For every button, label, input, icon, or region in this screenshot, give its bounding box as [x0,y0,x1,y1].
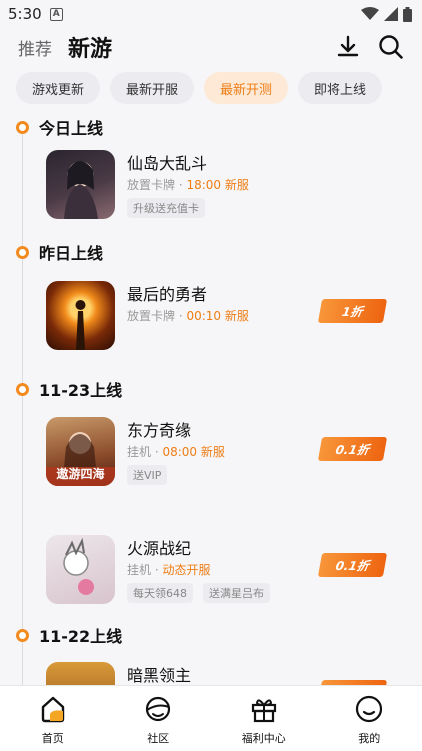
home-icon [41,696,64,723]
section-title: 今日上线 [39,119,104,138]
game-icon [46,281,115,350]
download-icon[interactable] [336,35,360,59]
game-name: 东方奇缘 [127,421,192,440]
community-icon [146,696,171,722]
game-item[interactable]: 仙岛大乱斗 放置卡牌 · 18:00 新服 升级送充值卡 [46,150,406,220]
section-header: 11-22上线 [16,623,122,647]
game-icon [46,662,115,685]
game-meta: 挂机 · 动态开服 [127,563,211,577]
section-title: 昨日上线 [39,244,104,263]
nav-label: 社区 [147,732,170,745]
game-item[interactable]: 暗黑领主 [46,662,406,685]
status-time: 5:30 [8,5,42,23]
game-item[interactable]: 遨游四海 东方奇缘 挂机 · 08:00 新服 送VIP 0.1折 [46,417,406,487]
game-item[interactable]: 最后的勇者 放置卡牌 · 00:10 新服 1折 [46,281,406,351]
game-meta: 放置卡牌 · 18:00 新服 [127,178,249,192]
bottom-nav: 首页 社区 福利中心 我的 [0,685,422,751]
nav-profile[interactable]: 我的 [317,686,422,751]
timeline-dot [16,120,29,134]
game-name: 最后的勇者 [127,285,208,304]
chip-game-update[interactable]: 游戏更新 [16,72,101,104]
game-name: 火源战纪 [127,539,192,558]
section-title: 11-22上线 [39,627,123,646]
game-tag: 送VIP [127,465,168,485]
chip-new-test[interactable]: 最新开测 [204,72,289,104]
game-tag: 升级送充值卡 [127,198,205,218]
top-nav: 推荐 新游 [0,28,422,66]
timeline-line [22,126,23,686]
game-meta: 挂机 · 08:00 新服 [127,445,225,459]
game-icon [46,150,115,219]
game-icon [46,535,115,604]
game-item[interactable]: 火源战纪 挂机 · 动态开服 每天领648 送满星吕布 0.1折 [46,535,406,605]
wifi-icon [361,7,379,20]
game-name: 暗黑领主 [127,666,192,685]
game-icon: 遨游四海 [46,417,115,486]
battery-icon [403,6,412,22]
game-meta: 放置卡牌 · 00:10 新服 [127,309,249,323]
chip-new-server[interactable]: 最新开服 [110,72,195,104]
gift-icon [251,699,276,723]
nav-home[interactable]: 首页 [0,686,106,751]
signal-icon [384,7,398,21]
notification-a-icon: A [49,7,63,21]
chip-coming-soon[interactable]: 即将上线 [298,72,383,104]
timeline-dot [16,628,29,642]
search-icon[interactable] [378,34,404,60]
discount-badge: 0.1折 [317,553,388,577]
nav-community[interactable]: 社区 [106,686,212,751]
game-icon-caption: 遨游四海 [56,467,105,481]
tab-recommend[interactable]: 推荐 [18,35,52,60]
nav-welfare[interactable]: 福利中心 [211,686,317,751]
timeline-dot [16,245,29,259]
nav-label: 首页 [41,732,64,745]
status-bar: 5:30 A [0,0,422,28]
nav-label: 我的 [358,732,381,745]
section-title: 11-23上线 [39,381,123,400]
discount-badge: 0.1折 [317,437,388,461]
section-header: 今日上线 [16,115,103,139]
section-header: 昨日上线 [16,240,103,264]
filter-chips: 游戏更新 最新开服 最新开测 即将上线 [16,72,383,104]
tab-new-games[interactable]: 新游 [68,31,112,63]
discount-badge: 1折 [317,299,388,323]
timeline-dot [16,382,29,396]
nav-label: 福利中心 [241,732,286,745]
game-tag: 送满星吕布 [203,583,270,603]
game-tag: 每天领648 [127,583,193,603]
section-header: 11-23上线 [16,377,122,401]
profile-icon [356,695,383,723]
game-name: 仙岛大乱斗 [127,154,208,173]
